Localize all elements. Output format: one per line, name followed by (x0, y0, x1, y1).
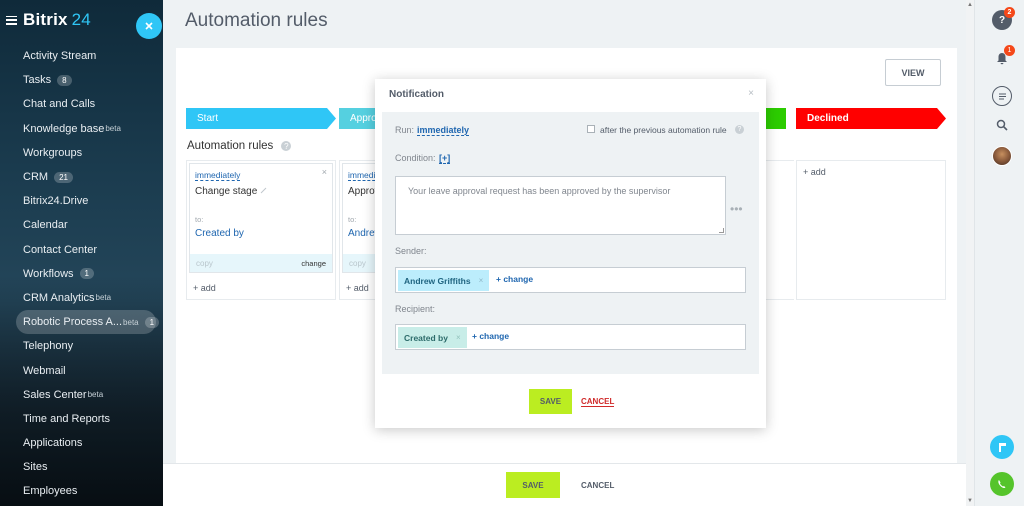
close-icon (145, 22, 153, 30)
rule-to-label: to: (195, 215, 204, 224)
rule-column-approved: immedia Approv to: Andrew copy + add (339, 160, 379, 300)
sidebar-item-robotic-process-automation[interactable]: Robotic Process A... beta 1 (16, 310, 160, 335)
search-icon[interactable] (992, 115, 1012, 135)
change-sender-link[interactable]: + change (496, 274, 533, 284)
chat-icon[interactable] (992, 86, 1012, 106)
remove-rule-icon[interactable]: × (322, 167, 327, 177)
sender-tag[interactable]: Andrew Griffiths × (398, 270, 490, 291)
rule-run-link[interactable]: immediately (195, 170, 241, 181)
recipient-tag[interactable]: Created by × (398, 327, 467, 348)
rule-card[interactable]: immedia Approv to: Andrew copy (342, 163, 378, 273)
run-value-link[interactable]: immediately (417, 125, 470, 136)
sidebar-item-telephony[interactable]: Telephony (0, 334, 163, 358)
run-label: Run: (395, 125, 415, 135)
sidebar-item-contact-center[interactable]: Contact Center (0, 238, 163, 262)
rule-card[interactable]: immediately × Change stage to: Created b… (189, 163, 333, 273)
sidebar-item-drive[interactable]: Bitrix24.Drive (0, 189, 163, 213)
avatar[interactable] (992, 146, 1012, 166)
sidebar-item-employees[interactable]: Employees (0, 479, 163, 503)
counter-badge: 21 (54, 171, 73, 183)
sidebar-item-crm-analytics[interactable]: CRM Analytics beta (0, 286, 163, 310)
condition-label: Condition: (395, 153, 436, 163)
stage-declined[interactable]: Declined (796, 108, 946, 129)
right-toolbar: ? 2 1 (974, 0, 1024, 506)
sidebar-item-webmail[interactable]: Webmail (0, 358, 163, 382)
copy-link[interactable]: copy (196, 259, 213, 268)
dialog-body: Run: immediately after the previous auto… (382, 112, 759, 374)
sender-field[interactable]: Andrew Griffiths × + change (395, 267, 746, 293)
help-badge: 2 (1004, 7, 1015, 18)
sidebar-item-time-and-reports[interactable]: Time and Reports (0, 407, 163, 431)
sidebar-item-calendar[interactable]: Calendar (0, 213, 163, 237)
sidebar-item-tasks[interactable]: Tasks 8 (0, 68, 163, 92)
sidebar-item-sales-center[interactable]: Sales Center beta (0, 383, 163, 407)
save-button[interactable]: SAVE (506, 472, 560, 498)
add-condition-link[interactable]: [+] (439, 153, 451, 164)
rule-title: Change stage (195, 186, 267, 197)
resize-handle-icon[interactable] (719, 228, 724, 233)
copy-link[interactable]: copy (349, 259, 366, 268)
dialog-title: Notification (389, 89, 444, 100)
after-previous-label: after the previous automation rule (600, 125, 727, 135)
sidebar-item-sites[interactable]: Sites (0, 455, 163, 479)
rule-to-label: to: (348, 215, 357, 224)
message-text: Your leave approval request has been app… (408, 186, 671, 196)
notification-dialog: Notification × Run: immediately after th… (375, 79, 766, 428)
remove-tag-icon[interactable]: × (479, 276, 484, 285)
dialog-cancel-button[interactable]: CANCEL (581, 397, 615, 407)
sender-label: Sender: (395, 246, 427, 256)
help-icon[interactable]: ? 2 (992, 7, 1015, 30)
sidebar-item-knowledge-base[interactable]: Knowledge base beta (0, 117, 163, 141)
message-textarea[interactable]: Your leave approval request has been app… (395, 176, 726, 235)
after-previous-checkbox[interactable] (587, 125, 595, 133)
left-sidebar: Bitrix 24 Activity Stream Tasks 8 Chat and… (0, 0, 163, 506)
document-icon[interactable] (990, 435, 1014, 459)
view-button[interactable]: VIEW (885, 59, 941, 86)
brand-logo[interactable]: Bitrix 24 (23, 10, 91, 30)
help-icon[interactable]: ? (281, 141, 292, 151)
rule-column-declined: + add (796, 160, 946, 300)
rule-target-link[interactable]: Created by (195, 228, 244, 239)
recipient-field[interactable]: Created by × + change (395, 324, 746, 350)
counter-badge: 1 (144, 316, 160, 328)
remove-tag-icon[interactable]: × (456, 333, 461, 342)
sidebar-item-workflows[interactable]: Workflows 1 (0, 262, 163, 286)
scroll-down-icon[interactable]: ▼ (966, 498, 974, 504)
scrollbar[interactable]: ▲ ▼ (966, 0, 974, 506)
counter-badge: 8 (57, 74, 72, 86)
automation-rules-label: Automation rules ? (187, 140, 292, 152)
recipient-label: Recipient: (395, 304, 436, 314)
rule-column-start: immediately × Change stage to: Created b… (186, 160, 336, 300)
sidebar-item-applications[interactable]: Applications (0, 431, 163, 455)
cancel-button[interactable]: CANCEL (581, 481, 614, 490)
sidebar-item-crm[interactable]: CRM 21 (0, 165, 163, 189)
change-recipient-link[interactable]: + change (472, 331, 509, 341)
dialog-save-button[interactable]: SAVE (529, 389, 572, 414)
add-rule-link[interactable]: + add (346, 283, 369, 293)
sidebar-item-chat-and-calls[interactable]: Chat and Calls (0, 92, 163, 116)
sidebar-item-workgroups[interactable]: Workgroups (0, 141, 163, 165)
stage-start[interactable]: Start (186, 108, 336, 129)
change-link[interactable]: change (301, 259, 326, 268)
help-icon[interactable]: ? (735, 125, 744, 134)
add-rule-link[interactable]: + add (193, 283, 216, 293)
close-slider-button[interactable] (136, 13, 162, 39)
bell-icon[interactable]: 1 (992, 45, 1015, 68)
bottom-action-bar: SAVE CANCEL (163, 463, 974, 506)
page-title: Automation rules (185, 10, 328, 31)
phone-icon[interactable] (990, 472, 1014, 496)
pencil-icon[interactable] (260, 187, 267, 194)
sidebar-item-activity-stream[interactable]: Activity Stream (0, 44, 163, 68)
notification-badge: 1 (1004, 45, 1015, 56)
rule-card-footer: copy (343, 254, 378, 272)
menu-icon[interactable] (6, 15, 17, 25)
add-rule-link[interactable]: + add (803, 167, 826, 177)
counter-badge: 1 (79, 268, 94, 280)
close-icon[interactable]: × (748, 88, 754, 99)
rule-card-footer: copy change (190, 254, 332, 272)
sidebar-menu: Activity Stream Tasks 8 Chat and Calls Kn… (0, 44, 163, 504)
more-options-icon[interactable]: ••• (730, 202, 743, 216)
scroll-up-icon[interactable]: ▲ (966, 2, 974, 8)
